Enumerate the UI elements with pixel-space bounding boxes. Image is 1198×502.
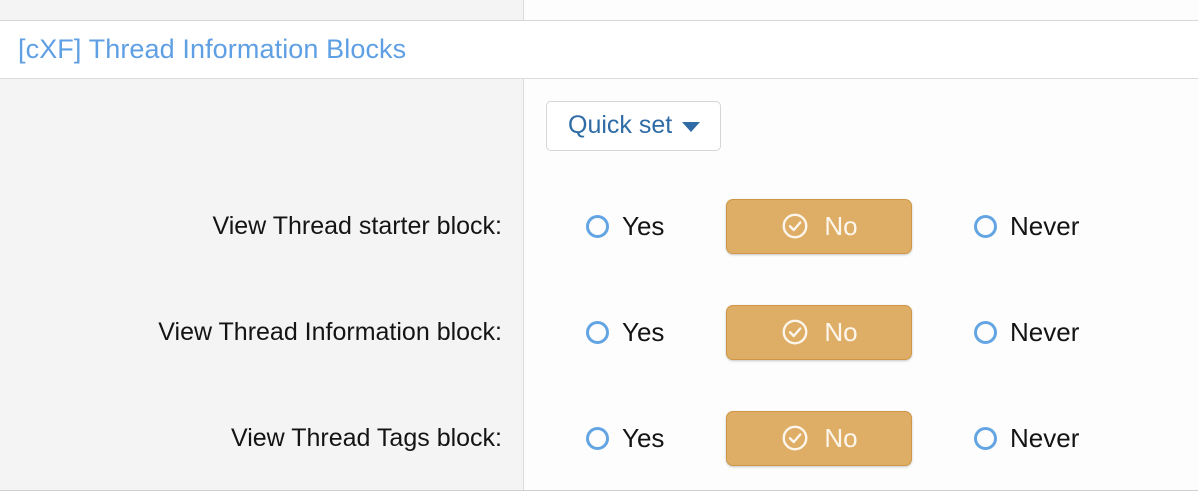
settings-page: [cXF] Thread Information Blocks Quick se… <box>0 0 1198 502</box>
chevron-down-icon <box>682 122 701 132</box>
radio-option-no[interactable]: No <box>726 198 912 254</box>
radio-option-never[interactable]: Never <box>912 213 1112 239</box>
radio-option-label: No <box>824 210 858 241</box>
radio-option-never[interactable]: Never <box>912 319 1112 345</box>
quick-set-button[interactable]: Quick set <box>546 101 722 151</box>
check-circle-icon <box>782 319 808 344</box>
quick-set-button-label: Quick set <box>568 111 673 139</box>
radio-option-yes[interactable]: Yes <box>546 319 726 345</box>
radio-circle-icon <box>586 214 609 238</box>
quick-set-control-cell: Quick set <box>524 101 1198 151</box>
row-options: Yes No Never <box>524 198 1198 254</box>
quick-set-row: Quick set <box>0 79 1198 173</box>
table-row: View Thread starter block: Yes No Never <box>0 173 1198 279</box>
row-options: Yes No Never <box>524 410 1198 466</box>
row-label: View Thread Information block: <box>158 317 502 346</box>
previous-row-partial <box>0 0 1198 21</box>
row-label: View Thread Tags block: <box>231 423 502 452</box>
options-row-list: Quick set View Thread starter block: Yes <box>0 79 1198 491</box>
previous-row-control-cell <box>524 0 1198 20</box>
radio-option-yes[interactable]: Yes <box>546 425 726 451</box>
check-circle-icon <box>782 213 808 238</box>
radio-option-label: No <box>824 316 858 347</box>
radio-option-no[interactable]: No <box>726 410 912 466</box>
radio-option-never[interactable]: Never <box>912 425 1112 451</box>
radio-option-label: No <box>824 422 858 453</box>
radio-circle-icon <box>974 214 997 238</box>
check-circle-icon <box>782 425 808 450</box>
section-header: [cXF] Thread Information Blocks <box>0 21 1198 79</box>
radio-circle-icon <box>974 426 997 450</box>
radio-circle-icon <box>586 426 609 450</box>
table-row: View Thread Tags block: Yes No Never <box>0 385 1198 491</box>
radio-option-label: Never <box>1010 211 1080 241</box>
radio-option-label: Yes <box>622 423 665 453</box>
options-form: Quick set View Thread starter block: Yes <box>0 79 1198 491</box>
radio-circle-icon <box>586 320 609 344</box>
radio-option-label: Never <box>1010 317 1080 347</box>
radio-circle-icon <box>974 320 997 344</box>
previous-row-label-cell <box>0 0 524 20</box>
page-title[interactable]: [cXF] Thread Information Blocks <box>18 34 406 65</box>
row-options: Yes No Never <box>524 304 1198 360</box>
row-label: View Thread starter block: <box>212 211 503 240</box>
table-row: View Thread Information block: Yes No Ne… <box>0 279 1198 385</box>
radio-option-label: Never <box>1010 423 1080 453</box>
page-bottom-area <box>0 491 1198 500</box>
radio-option-yes[interactable]: Yes <box>546 213 726 239</box>
radio-option-label: Yes <box>622 317 665 347</box>
radio-option-label: Yes <box>622 211 665 241</box>
radio-option-no[interactable]: No <box>726 304 912 360</box>
